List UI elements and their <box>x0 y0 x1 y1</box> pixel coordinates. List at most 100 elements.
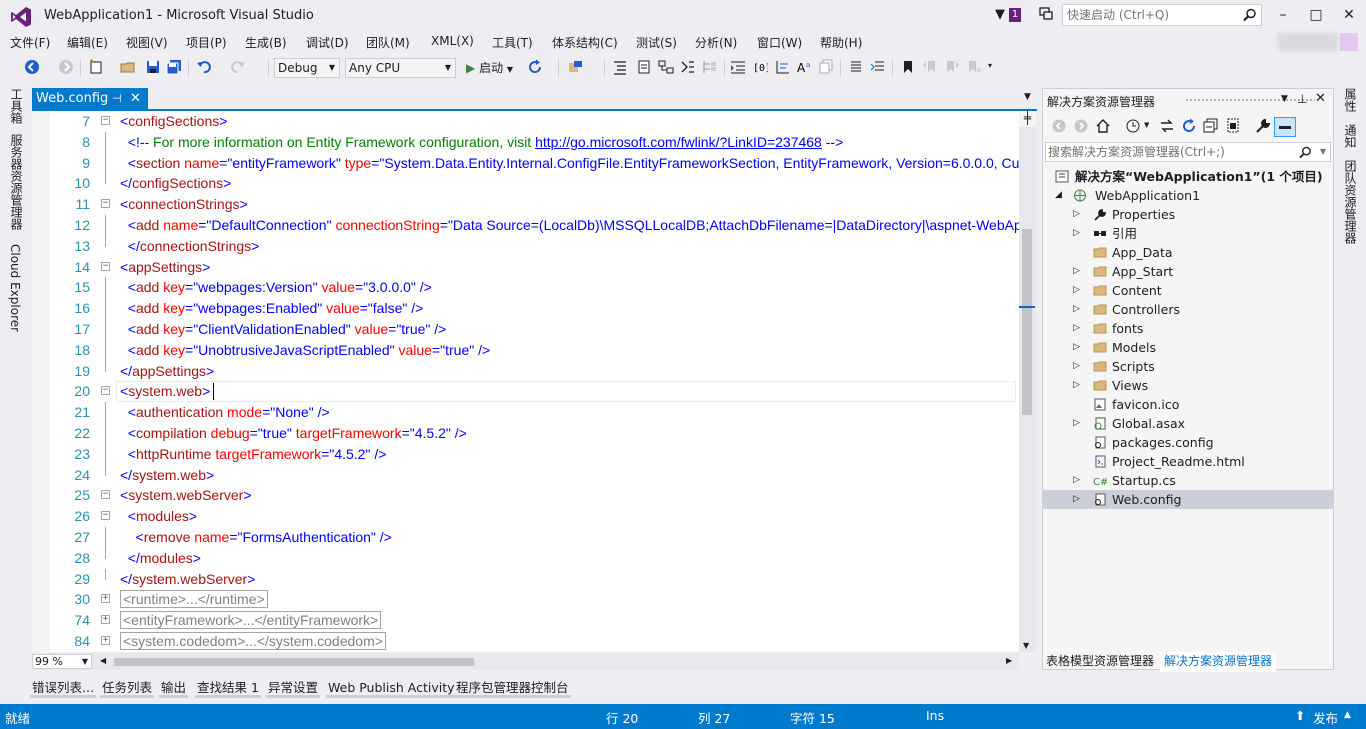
next-bookmark-icon[interactable] <box>944 59 960 75</box>
menu-xml[interactable]: XML(X) <box>431 34 474 48</box>
tree-item-startup-cs[interactable]: ▷ C# Startup.cs <box>1043 471 1333 490</box>
code-line[interactable]: 74 + <entityFramework>...</entityFramework… <box>32 610 1019 631</box>
expand-outline-icon[interactable]: + <box>101 615 110 625</box>
project-node[interactable]: ◢ WebApplication1 <box>1043 186 1333 205</box>
code-line[interactable]: 10 </configSections> <box>32 173 1019 194</box>
configuration-dropdown[interactable]: Debug ▼ <box>274 58 340 78</box>
expand-arrow-icon[interactable]: ▷ <box>1073 338 1080 357</box>
properties-tab[interactable]: 属性 <box>1342 88 1359 112</box>
collapse-outline-icon[interactable]: − <box>101 261 110 271</box>
tree-item-[interactable]: ▷ 引用 <box>1043 224 1333 243</box>
code-link[interactable]: http://go.microsoft.com/fwlink/?LinkID=2… <box>535 134 822 150</box>
tree-item-packages-config[interactable]: packages.config <box>1043 433 1333 452</box>
xslt-icon[interactable] <box>680 59 696 75</box>
tab-web-publish-activity[interactable]: Web Publish Activity <box>326 678 457 698</box>
code-line[interactable]: 15 <add key="webpages:Version" value="3.… <box>32 277 1019 299</box>
tab-error-list[interactable]: 错误列表... <box>30 678 96 698</box>
notifications-button[interactable]: ▼ 1 <box>995 6 1025 24</box>
tree-item-models[interactable]: ▷ Models <box>1043 338 1333 357</box>
chevron-up-icon[interactable]: ▲ <box>1344 710 1351 720</box>
scroll-right-icon[interactable]: ▶ <box>1006 656 1012 665</box>
show-all-files-icon[interactable] <box>1225 118 1241 134</box>
expand-arrow-icon[interactable]: ▷ <box>1073 262 1080 281</box>
refresh-icon[interactable] <box>527 59 543 75</box>
tab-exception-settings[interactable]: 异常设置 <box>266 678 321 698</box>
chevron-down-icon[interactable]: ▼ <box>1281 94 1288 104</box>
schema-icon[interactable] <box>658 59 674 75</box>
editor-vertical-scrollbar[interactable]: ▼ <box>1019 111 1036 652</box>
code-line[interactable]: 29 </system.webServer> <box>32 568 1019 590</box>
menu-project[interactable]: 项目(P) <box>186 34 227 51</box>
tree-item-scripts[interactable]: ▷ Scripts <box>1043 357 1333 376</box>
comment-icon[interactable] <box>848 59 864 75</box>
split-window-icon[interactable]: ╪ <box>1019 111 1036 127</box>
history-icon[interactable] <box>1125 118 1141 134</box>
navigate-back-icon[interactable] <box>24 59 40 75</box>
code-line[interactable]: 18 <add key="UnobtrusiveJavaScriptEnable… <box>32 339 1019 361</box>
menu-view[interactable]: 视图(V) <box>126 34 168 51</box>
editor-horizontal-scrollbar[interactable]: 99 % ▼ ◀ ▶ <box>32 653 1019 670</box>
tree-item-properties[interactable]: ▷ Properties <box>1043 205 1333 224</box>
toolbox-tab[interactable]: 工具箱 <box>8 88 25 124</box>
close-button[interactable]: ✕ <box>1336 4 1362 26</box>
code-line[interactable]: 22 <compilation debug="true" targetFrame… <box>32 423 1019 444</box>
expand-arrow-icon[interactable]: ▷ <box>1073 376 1080 395</box>
expand-arrow-icon[interactable]: ▷ <box>1073 224 1080 243</box>
collapse-outline-icon[interactable]: − <box>101 199 110 209</box>
collapse-outline-icon[interactable]: − <box>101 490 110 500</box>
code-line[interactable]: 84 + <system.codedom>...</system.codedom> <box>32 631 1019 652</box>
redo-icon[interactable] <box>230 59 246 75</box>
preview-selected-items-button[interactable] <box>1274 117 1296 137</box>
tab-output[interactable]: 输出 <box>159 678 189 698</box>
tree-item-favicon-ico[interactable]: favicon.ico <box>1043 395 1333 414</box>
comment-out-icon[interactable] <box>612 59 628 75</box>
menu-tools[interactable]: 工具(T) <box>492 34 533 51</box>
navigate-forward-icon[interactable] <box>58 59 74 75</box>
collapsed-region[interactable]: <system.codedom>...</system.codedom> <box>120 632 386 650</box>
scrollbar-thumb[interactable] <box>1022 229 1032 415</box>
browser-link-icon[interactable] <box>568 59 584 75</box>
collapse-outline-icon[interactable]: − <box>101 511 110 521</box>
start-debugging-button[interactable]: ▶ 启动 ▼ <box>466 59 513 76</box>
code-line[interactable]: 20 − <system.web> <box>32 381 1019 402</box>
code-line[interactable]: 12 <add name="DefaultConnection" connect… <box>32 215 1019 236</box>
tab-web-config[interactable]: Web.config ⊣ ✕ <box>32 88 148 109</box>
tab-package-manager-console[interactable]: 程序包管理器控制台 <box>454 678 571 698</box>
bracket-icon[interactable]: [0] <box>752 59 768 75</box>
undo-icon[interactable] <box>196 59 212 75</box>
user-account[interactable] <box>1278 33 1338 51</box>
indent-icon[interactable] <box>730 59 746 75</box>
tab-overflow-icon[interactable]: ▼ <box>1024 92 1031 102</box>
chevron-down-icon[interactable]: ▼ <box>1144 121 1149 129</box>
scroll-down-icon[interactable]: ▼ <box>1023 641 1029 650</box>
back-icon[interactable] <box>1051 118 1067 134</box>
code-line[interactable]: 11 − <connectionStrings> <box>32 194 1019 215</box>
tree-item-app-data[interactable]: App_Data <box>1043 243 1333 262</box>
code-line[interactable]: 17 <add key="ClientValidationEnabled" va… <box>32 319 1019 340</box>
expand-arrow-icon[interactable]: ▷ <box>1073 471 1080 490</box>
publish-arrow-icon[interactable]: ⬆ <box>1295 708 1305 723</box>
quick-launch-box[interactable] <box>1062 4 1262 26</box>
code-editor[interactable]: 7− <configSections> 8 <!-- For more inform… <box>32 111 1019 652</box>
sync-icon[interactable] <box>1159 118 1175 134</box>
clear-bookmarks-icon[interactable] <box>966 59 982 75</box>
code-line[interactable]: 28 </modules> <box>32 547 1019 569</box>
close-icon[interactable]: ✕ <box>1315 91 1326 106</box>
code-line[interactable]: 30 + <runtime>...</runtime> <box>32 589 1019 610</box>
previous-bookmark-icon[interactable] <box>922 59 938 75</box>
properties-wrench-icon[interactable] <box>1255 118 1271 134</box>
minimize-button[interactable]: – <box>1270 4 1296 26</box>
format-icon[interactable] <box>775 59 791 75</box>
new-project-icon[interactable] <box>88 59 104 75</box>
code-line[interactable]: 27 <remove name="FormsAuthentication" /> <box>32 527 1019 548</box>
chevron-down-icon[interactable]: ▼ <box>1320 143 1326 161</box>
expand-arrow-icon[interactable]: ▷ <box>1073 300 1080 319</box>
expanded-arrow-icon[interactable]: ◢ <box>1055 186 1062 205</box>
menu-edit[interactable]: 编辑(E) <box>67 34 108 51</box>
code-line[interactable]: 21 <authentication mode="None" /> <box>32 402 1019 424</box>
expand-arrow-icon[interactable]: ▷ <box>1073 205 1080 224</box>
pin-icon[interactable]: ⊥ <box>1297 92 1307 106</box>
tab-task-list[interactable]: 任务列表 <box>100 678 155 698</box>
code-line[interactable]: 23 <httpRuntime targetFramework="4.5.2" … <box>32 443 1019 465</box>
tree-item-content[interactable]: ▷ Content <box>1043 281 1333 300</box>
